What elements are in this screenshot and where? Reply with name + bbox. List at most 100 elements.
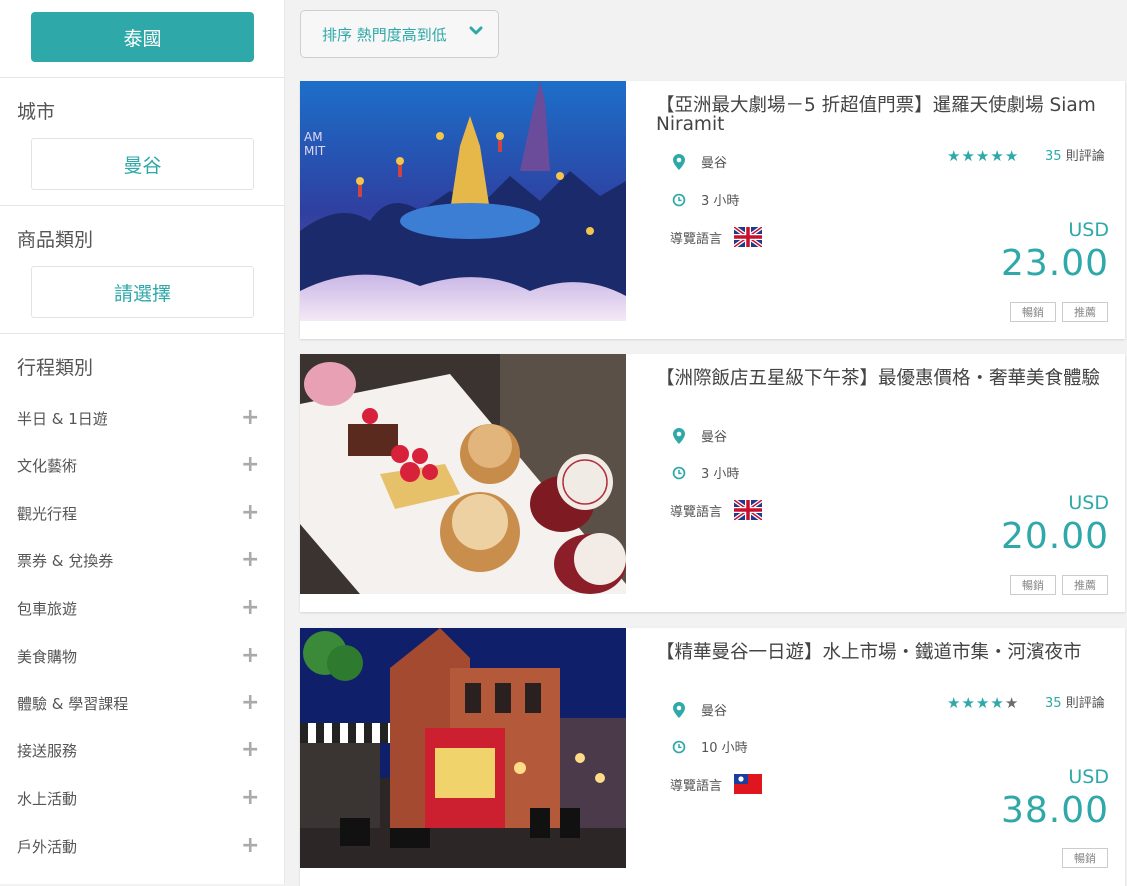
clock-icon xyxy=(672,739,686,755)
product-image[interactable] xyxy=(300,628,626,868)
svg-text:MIT: MIT xyxy=(304,144,326,158)
product-category-title: 商品類別 xyxy=(17,229,94,251)
review-count[interactable]: 35 則評論 xyxy=(1045,144,1105,169)
category-label: 美食購物 xyxy=(17,647,78,666)
category-label: 體驗 & 學習課程 xyxy=(17,694,129,713)
divider xyxy=(0,205,285,206)
divider xyxy=(0,77,285,78)
divider xyxy=(0,333,285,334)
clock-icon xyxy=(672,192,686,208)
uk-flag-icon xyxy=(734,500,763,520)
duration-row: 3 小時 xyxy=(672,190,739,209)
plus-icon[interactable]: + xyxy=(241,739,259,761)
location-pin-icon xyxy=(672,153,686,170)
product-category-select[interactable]: 請選擇 xyxy=(31,266,254,318)
category-item[interactable]: 戶外活動 + xyxy=(17,831,259,861)
plus-icon[interactable]: + xyxy=(241,502,259,524)
category-item[interactable]: 票券 & 兌換券 + xyxy=(17,545,259,575)
tag-bestseller: 暢銷 xyxy=(1010,302,1056,322)
review-suffix: 則評論 xyxy=(1065,149,1105,164)
category-label: 半日 & 1日遊 xyxy=(17,409,108,428)
category-label: 戶外活動 xyxy=(17,837,78,856)
star-filled-icon: ★ xyxy=(990,147,1004,165)
star-filled-icon: ★ xyxy=(990,694,1004,712)
price-currency: USD xyxy=(1068,766,1109,788)
price-currency: USD xyxy=(1068,219,1109,241)
plus-icon[interactable]: + xyxy=(241,787,259,809)
price-currency: USD xyxy=(1068,492,1109,514)
category-label: 票券 & 兌換券 xyxy=(17,551,114,570)
plus-icon[interactable]: + xyxy=(241,597,259,619)
product-title[interactable]: 【精華曼谷一日遊】水上市場・鐵道市集・河濱夜市 xyxy=(656,643,1106,662)
price-value: 23.00 xyxy=(1000,243,1109,284)
guide-language-row: 導覽語言 xyxy=(670,500,763,520)
product-title[interactable]: 【洲際飯店五星級下午茶】最優惠價格・奢華美食體驗 xyxy=(656,369,1106,388)
review-count[interactable]: 35 則評論 xyxy=(1045,691,1105,716)
star-filled-icon: ★ xyxy=(1004,147,1019,165)
plus-icon[interactable]: + xyxy=(241,454,259,476)
star-filled-icon: ★ xyxy=(961,147,975,165)
duration-text: 3 小時 xyxy=(701,467,740,482)
category-item[interactable]: 美食購物 + xyxy=(17,641,259,671)
duration-row: 3 小時 xyxy=(672,463,739,482)
category-item[interactable]: 半日 & 1日遊 + xyxy=(17,403,259,433)
location-row: 曼谷 xyxy=(672,152,727,171)
country-button[interactable]: 泰國 xyxy=(31,12,254,62)
sidebar: 泰國 城市 曼谷 商品類別 請選擇 行程類別 半日 & 1日遊 + 文化藝術 + 觀… xyxy=(0,0,285,884)
product-image[interactable]: AM MIT xyxy=(300,81,626,321)
star-empty-icon: ★ xyxy=(1004,694,1019,712)
location-text: 曼谷 xyxy=(701,704,728,719)
category-item[interactable]: 接送服務 + xyxy=(17,735,259,765)
category-item[interactable]: 包車旅遊 + xyxy=(17,593,259,623)
duration-text: 3 小時 xyxy=(701,194,740,209)
tag-bestseller: 暢銷 xyxy=(1010,575,1056,595)
product-title[interactable]: 【亞洲最大劇場－5 折超值門票】暹羅天使劇場 Siam Niramit xyxy=(656,96,1106,134)
location-row: 曼谷 xyxy=(672,700,727,719)
category-label: 接送服務 xyxy=(17,741,78,760)
duration-row: 10 小時 xyxy=(672,737,748,756)
guide-language-row: 導覽語言 xyxy=(670,227,763,247)
star-filled-icon: ★ xyxy=(947,694,961,712)
category-label: 包車旅遊 xyxy=(17,599,78,618)
star-filled-icon: ★ xyxy=(975,147,990,165)
product-card[interactable]: 【精華曼谷一日遊】水上市場・鐵道市集・河濱夜市 曼谷 10 小時 導覽語言 ★ ★… xyxy=(300,628,1125,886)
location-pin-icon xyxy=(672,701,686,718)
rating-stars: ★ ★ ★ ★ ★ xyxy=(947,149,1019,164)
product-card[interactable]: 【洲際飯店五星級下午茶】最優惠價格・奢華美食體驗 曼谷 3 小時 導覽語言 US… xyxy=(300,354,1125,612)
star-filled-icon: ★ xyxy=(947,147,961,165)
plus-icon[interactable]: + xyxy=(241,407,259,429)
plus-icon[interactable]: + xyxy=(241,645,259,667)
category-label: 文化藝術 xyxy=(17,456,78,475)
star-filled-icon: ★ xyxy=(975,694,990,712)
plus-icon[interactable]: + xyxy=(241,549,259,571)
product-image[interactable] xyxy=(300,354,626,594)
uk-flag-icon xyxy=(734,227,763,247)
review-number: 35 xyxy=(1045,696,1062,711)
clock-icon xyxy=(672,465,686,481)
guide-language-label: 導覽語言 xyxy=(670,504,723,520)
rating-stars: ★ ★ ★ ★ ★ xyxy=(947,696,1019,711)
location-text: 曼谷 xyxy=(701,156,728,171)
tag-recommended: 推薦 xyxy=(1062,302,1108,322)
guide-language-row: 導覽語言 xyxy=(670,774,763,794)
review-number: 35 xyxy=(1045,149,1062,164)
sort-label: 排序 熱門度高到低 xyxy=(322,25,447,44)
category-item[interactable]: 體驗 & 學習課程 + xyxy=(17,688,259,718)
category-item[interactable]: 觀光行程 + xyxy=(17,498,259,528)
guide-language-label: 導覽語言 xyxy=(670,231,723,247)
category-label: 水上活動 xyxy=(17,789,78,808)
product-card[interactable]: AM MIT 【亞洲最大劇場－5 折超值門票】暹羅天使劇場 Siam Niram… xyxy=(300,81,1125,339)
sort-dropdown[interactable]: 排序 熱門度高到低 xyxy=(300,10,499,58)
category-item[interactable]: 文化藝術 + xyxy=(17,450,259,480)
price-value: 38.00 xyxy=(1000,790,1109,831)
city-select[interactable]: 曼谷 xyxy=(31,138,254,190)
duration-text: 10 小時 xyxy=(701,741,748,756)
star-filled-icon: ★ xyxy=(961,694,975,712)
plus-icon[interactable]: + xyxy=(241,835,259,857)
review-suffix: 則評論 xyxy=(1065,696,1105,711)
svg-text:AM: AM xyxy=(304,130,323,144)
plus-icon[interactable]: + xyxy=(241,692,259,714)
category-item[interactable]: 水上活動 + xyxy=(17,783,259,813)
itinerary-category-title: 行程類別 xyxy=(17,357,94,379)
guide-language-label: 導覽語言 xyxy=(670,778,723,794)
